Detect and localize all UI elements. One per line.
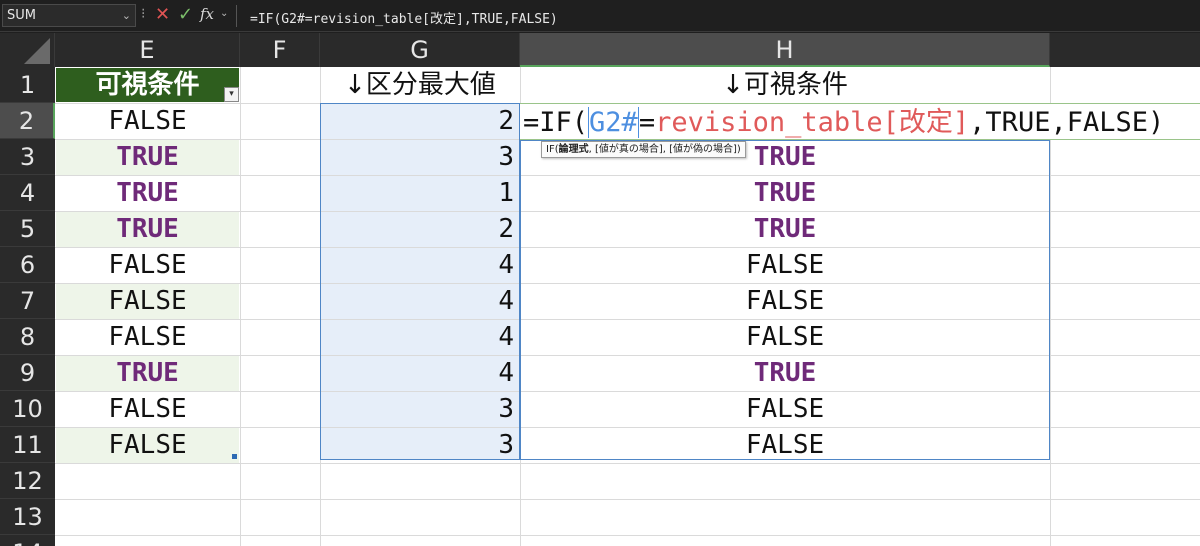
enter-icon[interactable]: ✓ — [178, 4, 193, 25]
row-header-6[interactable]: 6 — [0, 247, 55, 283]
table-resize-handle[interactable] — [232, 454, 237, 459]
row-header-1[interactable]: 1 — [0, 67, 55, 103]
grid-hline — [55, 535, 1200, 536]
column-header-h[interactable]: H — [520, 33, 1050, 67]
row-header-7[interactable]: 7 — [0, 283, 55, 319]
editor-ref-g2: G2# — [588, 107, 639, 138]
header-g[interactable]: ↓区分最大値 — [320, 68, 520, 102]
row-header-4[interactable]: 4 — [0, 175, 55, 211]
cell-e9[interactable]: TRUE — [56, 356, 239, 391]
cell-e3[interactable]: TRUE — [56, 140, 239, 175]
insert-function-icon[interactable]: fx — [200, 5, 214, 23]
formula-bar: SUM ⌄ ⁝ ✕ ✓ fx ⌄ =IF(G2#=revision_table[… — [0, 0, 1200, 32]
function-tooltip[interactable]: IF(論理式, [値が真の場合], [値が偽の場合]) — [541, 141, 746, 158]
select-all-button[interactable] — [0, 33, 55, 67]
tooltip-current-arg[interactable]: 論理式 — [559, 144, 589, 155]
row-header-9[interactable]: 9 — [0, 355, 55, 391]
row-header-13[interactable]: 13 — [0, 499, 55, 535]
tooltip-other-args: , [値が真の場合], [値が偽の場合]) — [588, 144, 741, 155]
column-header-e[interactable]: E — [55, 33, 240, 67]
spill-range-border-g — [320, 103, 520, 460]
grid-hline — [55, 463, 1200, 464]
cell-e2[interactable]: FALSE — [56, 104, 239, 139]
column-header-i[interactable] — [1050, 33, 1200, 67]
spill-range-border-h — [520, 140, 1050, 460]
header-h[interactable]: ↓可視条件 — [520, 68, 1050, 102]
cell-e4[interactable]: TRUE — [56, 176, 239, 211]
chevron-down-icon[interactable]: ⌄ — [220, 8, 228, 19]
tooltip-function: IF( — [546, 144, 559, 155]
divider — [236, 5, 237, 27]
chevron-down-icon[interactable]: ⌄ — [122, 5, 131, 26]
row-header-10[interactable]: 10 — [0, 391, 55, 427]
column-header-f[interactable]: F — [240, 33, 320, 67]
table-header-e-label: 可視条件 — [95, 70, 200, 100]
row-header-8[interactable]: 8 — [0, 319, 55, 355]
row-header-14[interactable]: 14 — [0, 535, 55, 546]
editor-ref-table: revision_table[改定] — [655, 107, 970, 138]
row-header-5[interactable]: 5 — [0, 211, 55, 247]
select-all-icon — [24, 38, 50, 64]
cell-e10[interactable]: FALSE — [56, 392, 239, 427]
cell-e6[interactable]: FALSE — [56, 248, 239, 283]
cell-e8[interactable]: FALSE — [56, 320, 239, 355]
editor-args: ,TRUE,FALSE) — [969, 107, 1165, 138]
cell-e11[interactable]: FALSE — [56, 428, 239, 463]
filter-dropdown-icon[interactable]: ▾ — [224, 87, 239, 102]
cell-e7[interactable]: FALSE — [56, 284, 239, 319]
cell-editor-h2[interactable]: =IF(G2#=revision_table[改定],TRUE,FALSE) — [520, 103, 1200, 140]
row-header-11[interactable]: 11 — [0, 427, 55, 463]
row-header-3[interactable]: 3 — [0, 139, 55, 175]
cancel-icon[interactable]: ✕ — [155, 4, 170, 25]
cell-e5[interactable]: TRUE — [56, 212, 239, 247]
more-options-icon: ⁝ — [141, 6, 146, 22]
editor-function-text: =IF( — [523, 107, 589, 138]
formula-input[interactable]: =IF(G2#=revision_table[改定],TRUE,FALSE) — [250, 8, 558, 27]
row-header-2[interactable]: 2 — [0, 103, 55, 139]
name-box[interactable]: SUM ⌄ — [2, 4, 136, 27]
grid-hline — [55, 499, 1200, 500]
column-header-g[interactable]: G — [320, 33, 520, 67]
editor-equals: = — [638, 107, 656, 138]
table-header-e[interactable]: 可視条件 — [56, 68, 239, 102]
row-header-12[interactable]: 12 — [0, 463, 55, 499]
name-box-value: SUM — [7, 8, 36, 23]
